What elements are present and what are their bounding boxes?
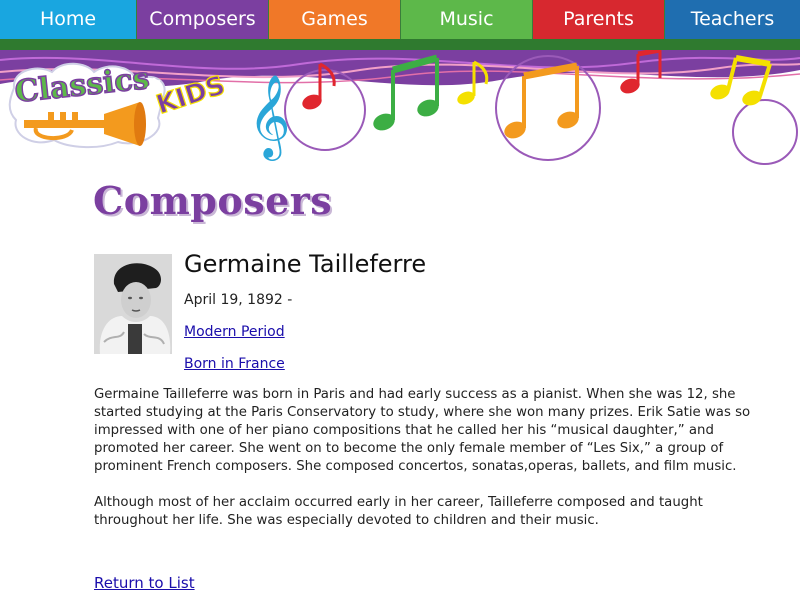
composer-dates: April 19, 1892 - (184, 292, 293, 308)
nav-divider-strip (0, 39, 800, 50)
classics-for-kids-logo[interactable]: Classics FOR KIDS (8, 58, 253, 150)
page-title: Composers (93, 178, 333, 223)
bio-paragraph-1: Germaine Tailleferre was born in Paris a… (94, 387, 751, 474)
bio-paragraph-2: Although most of her acclaim occurred ea… (94, 495, 703, 528)
nav-home-tab[interactable]: Home (0, 0, 136, 39)
nav-parents-tab[interactable]: Parents (533, 0, 664, 39)
logo-graphic: Classics FOR KIDS (8, 60, 229, 149)
return-to-list-link[interactable]: Return to List (94, 574, 195, 592)
composer-biography: Germaine Tailleferre was born in Paris a… (94, 386, 766, 548)
svg-text:𝄞: 𝄞 (248, 73, 291, 161)
nav-music-tab[interactable]: Music (401, 0, 532, 39)
nav-composers-tab[interactable]: Composers (137, 0, 268, 39)
composer-portrait-image (94, 254, 172, 354)
logo-text-kids: KIDS (153, 70, 229, 120)
nav-teachers-tab[interactable]: Teachers (665, 0, 800, 39)
modern-period-link[interactable]: Modern Period (184, 324, 285, 340)
born-in-france-link[interactable]: Born in France (184, 356, 285, 372)
portrait-graphic (94, 254, 172, 354)
top-navigation: Home Composers Games Music Parents Teach… (0, 0, 800, 50)
nav-games-tab[interactable]: Games (269, 0, 400, 39)
composer-name: Germaine Tailleferre (184, 250, 427, 278)
